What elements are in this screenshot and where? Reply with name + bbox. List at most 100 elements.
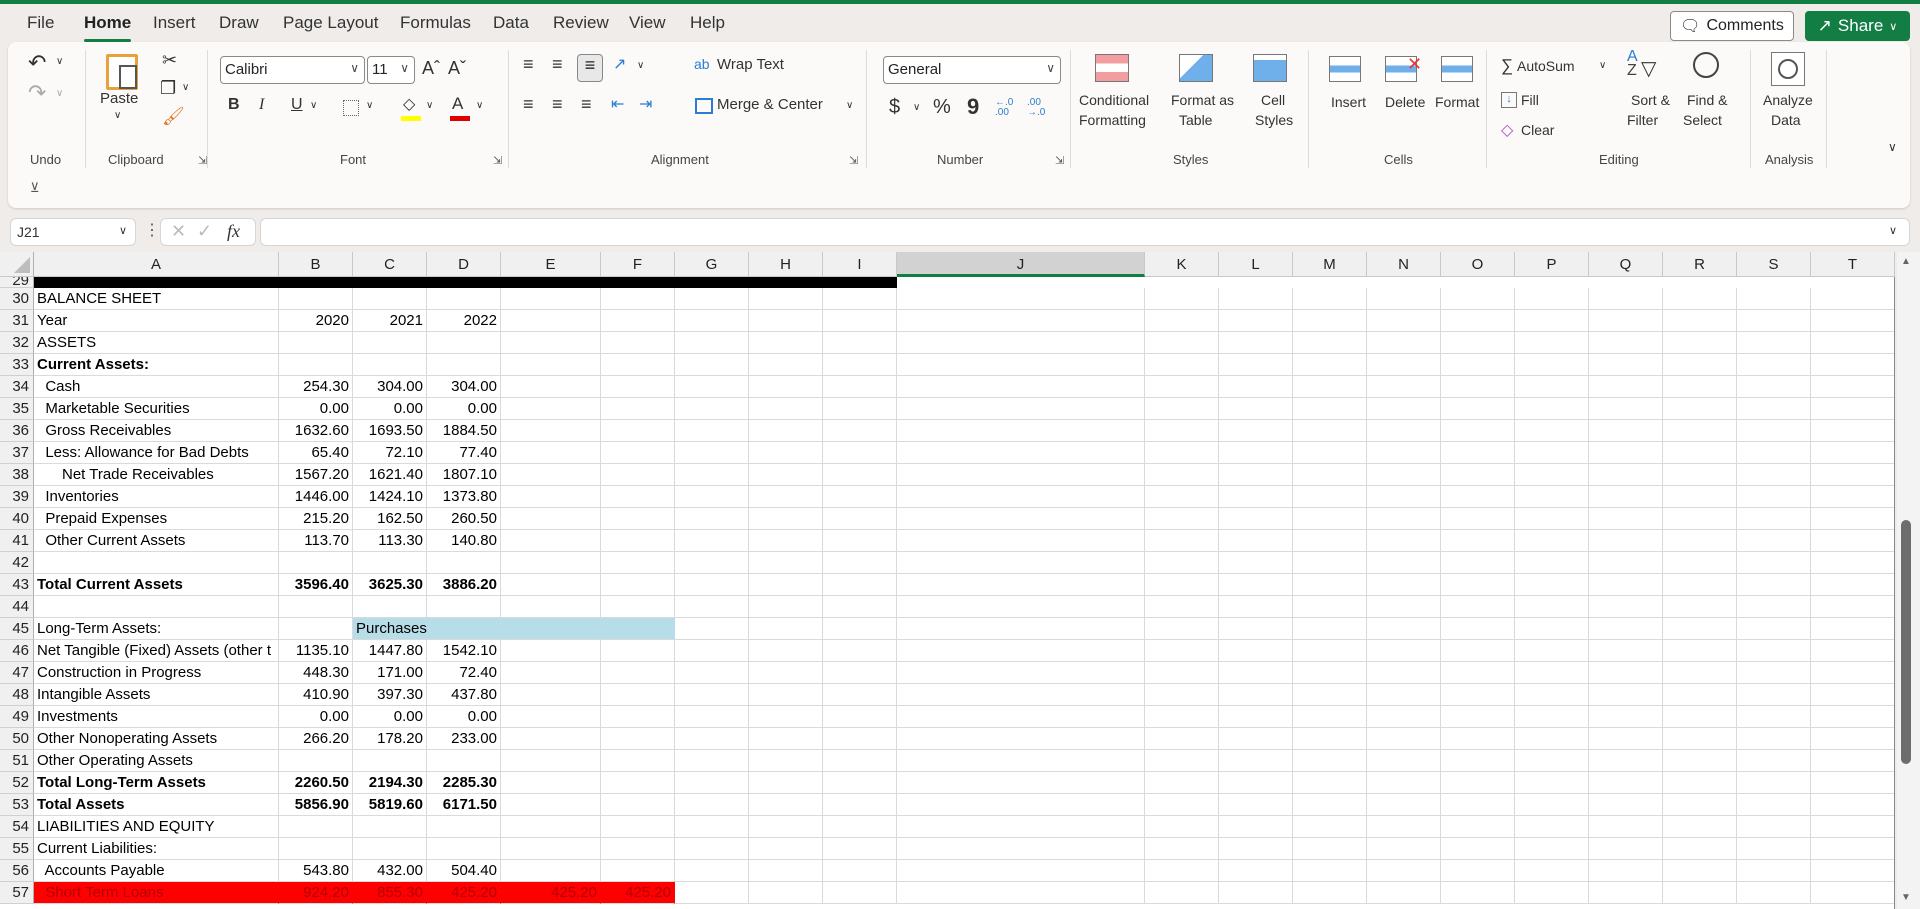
cell-S30[interactable]	[1737, 288, 1811, 310]
font-family-select[interactable]: Calibri ∨	[220, 56, 365, 84]
cell-M44[interactable]	[1293, 596, 1367, 618]
cell-C56[interactable]: 432.00	[353, 860, 427, 882]
cell-M46[interactable]	[1293, 640, 1367, 662]
cell-S56[interactable]	[1737, 860, 1811, 882]
cell-A48[interactable]: Intangible Assets	[34, 684, 279, 706]
cell-L43[interactable]	[1219, 574, 1293, 596]
cell-N44[interactable]	[1367, 596, 1441, 618]
cell-Q42[interactable]	[1589, 552, 1663, 574]
cell-I30[interactable]	[823, 288, 897, 310]
cell-T46[interactable]	[1811, 640, 1895, 662]
cell-F40[interactable]	[601, 508, 675, 530]
cell-G32[interactable]	[675, 332, 749, 354]
fill-button[interactable]: Fill	[1521, 92, 1539, 108]
cell-T31[interactable]	[1811, 310, 1895, 332]
cell-J44[interactable]	[897, 596, 1145, 618]
cell-R56[interactable]	[1663, 860, 1737, 882]
cell-D43[interactable]: 3886.20	[427, 574, 501, 596]
cell-H35[interactable]	[749, 398, 823, 420]
row-header-46[interactable]: 46	[0, 640, 34, 662]
cell-N54[interactable]	[1367, 816, 1441, 838]
cell-O34[interactable]	[1441, 376, 1515, 398]
tab-review[interactable]: Review	[553, 13, 609, 33]
cell-S40[interactable]	[1737, 508, 1811, 530]
cell-R54[interactable]	[1663, 816, 1737, 838]
decrease-indent-icon[interactable]: ⇤	[611, 94, 624, 114]
cell-R53[interactable]	[1663, 794, 1737, 816]
cell-P53[interactable]	[1515, 794, 1589, 816]
cell-G34[interactable]	[675, 376, 749, 398]
row-header-53[interactable]: 53	[0, 794, 34, 816]
cell-E56[interactable]	[501, 860, 601, 882]
cell-T54[interactable]	[1811, 816, 1895, 838]
cell-F41[interactable]	[601, 530, 675, 552]
cell-M42[interactable]	[1293, 552, 1367, 574]
tab-formulas[interactable]: Formulas	[400, 13, 471, 33]
cell-A36[interactable]: Gross Receivables	[34, 420, 279, 442]
row-header-52[interactable]: 52	[0, 772, 34, 794]
row-header-57[interactable]: 57	[0, 882, 34, 904]
cell-H56[interactable]	[749, 860, 823, 882]
paste-button[interactable]: Paste	[100, 90, 138, 107]
cell-Q55[interactable]	[1589, 838, 1663, 860]
cell-J39[interactable]	[897, 486, 1145, 508]
cell-B56[interactable]: 543.80	[279, 860, 353, 882]
cell-I42[interactable]	[823, 552, 897, 574]
chevron-down-icon[interactable]: ∨	[913, 102, 920, 113]
cell-O45[interactable]	[1441, 618, 1515, 640]
cell-F44[interactable]	[601, 596, 675, 618]
cell-K45[interactable]	[1145, 618, 1219, 640]
cell-D35[interactable]: 0.00	[427, 398, 501, 420]
cell-F39[interactable]	[601, 486, 675, 508]
cell-J30[interactable]	[897, 288, 1145, 310]
cell-C31[interactable]: 2021	[353, 310, 427, 332]
cell-D40[interactable]: 260.50	[427, 508, 501, 530]
cell-B33[interactable]	[279, 354, 353, 376]
cell-R43[interactable]	[1663, 574, 1737, 596]
row-header-34[interactable]: 34	[0, 376, 34, 398]
increase-font-size-icon[interactable]: Aˆ	[422, 58, 440, 79]
cell-B34[interactable]: 254.30	[279, 376, 353, 398]
cell-G39[interactable]	[675, 486, 749, 508]
cell-C35[interactable]: 0.00	[353, 398, 427, 420]
cell-L41[interactable]	[1219, 530, 1293, 552]
cell-E32[interactable]	[501, 332, 601, 354]
cell-L50[interactable]	[1219, 728, 1293, 750]
cell-B41[interactable]: 113.70	[279, 530, 353, 552]
cell-O44[interactable]	[1441, 596, 1515, 618]
row-header-54[interactable]: 54	[0, 816, 34, 838]
name-box[interactable]: J21 ∨	[10, 218, 136, 246]
cell-L54[interactable]	[1219, 816, 1293, 838]
cell-Q54[interactable]	[1589, 816, 1663, 838]
cell-K30[interactable]	[1145, 288, 1219, 310]
row-header-43[interactable]: 43	[0, 574, 34, 596]
cell-N41[interactable]	[1367, 530, 1441, 552]
decrease-font-size-icon[interactable]: Aˇ	[448, 58, 466, 79]
cell-F56[interactable]	[601, 860, 675, 882]
column-header-F[interactable]: F	[601, 252, 675, 277]
cell-M38[interactable]	[1293, 464, 1367, 486]
cell-K54[interactable]	[1145, 816, 1219, 838]
cell-K36[interactable]	[1145, 420, 1219, 442]
cell-C38[interactable]: 1621.40	[353, 464, 427, 486]
cell-L51[interactable]	[1219, 750, 1293, 772]
row-header-55[interactable]: 55	[0, 838, 34, 860]
cell-G36[interactable]	[675, 420, 749, 442]
cell-O30[interactable]	[1441, 288, 1515, 310]
cell-R33[interactable]	[1663, 354, 1737, 376]
cell-C53[interactable]: 5819.60	[353, 794, 427, 816]
cell-O38[interactable]	[1441, 464, 1515, 486]
column-header-N[interactable]: N	[1367, 252, 1441, 277]
cell-E55[interactable]	[501, 838, 601, 860]
cell-C30[interactable]	[353, 288, 427, 310]
cell-S44[interactable]	[1737, 596, 1811, 618]
cell-G52[interactable]	[675, 772, 749, 794]
cell-N37[interactable]	[1367, 442, 1441, 464]
cell-S38[interactable]	[1737, 464, 1811, 486]
cell-H37[interactable]	[749, 442, 823, 464]
cell-R52[interactable]	[1663, 772, 1737, 794]
cell-O32[interactable]	[1441, 332, 1515, 354]
cell-G37[interactable]	[675, 442, 749, 464]
cell-G31[interactable]	[675, 310, 749, 332]
cell-K37[interactable]	[1145, 442, 1219, 464]
